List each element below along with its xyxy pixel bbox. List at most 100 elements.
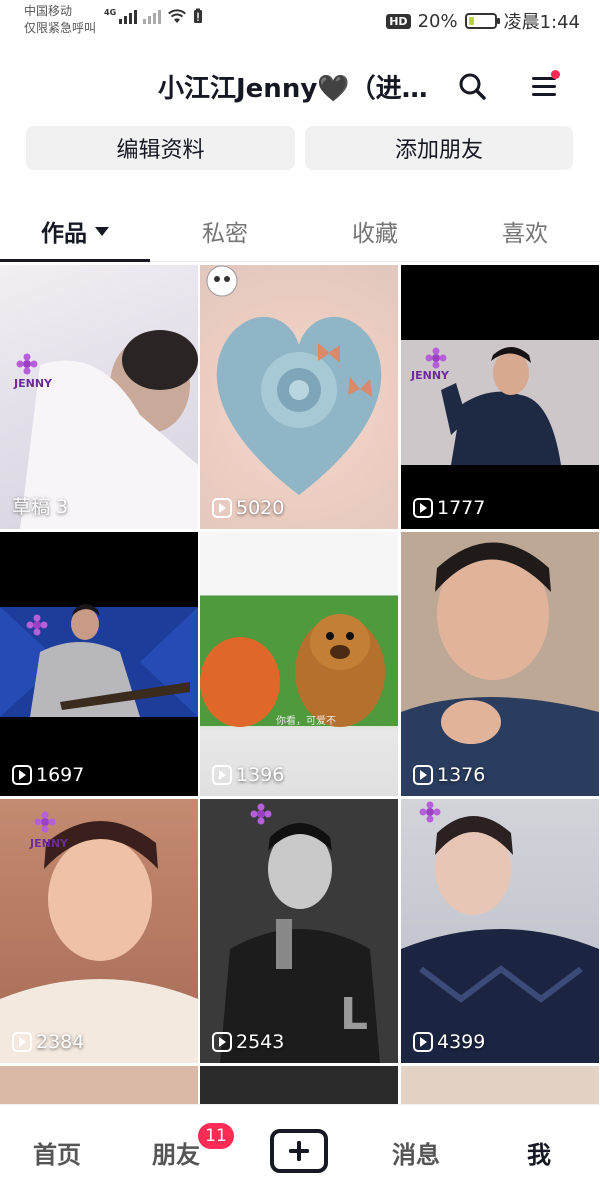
menu-button[interactable]: [524, 66, 564, 106]
play-count: 1697: [12, 764, 84, 786]
play-count-value: 2543: [236, 1031, 285, 1053]
carrier-info: 中国移动 仅限紧急呼叫: [24, 3, 96, 37]
content-tabs: 作品 私密 收藏 喜欢: [0, 200, 600, 262]
play-count-value: 1697: [36, 764, 85, 786]
play-icon: [212, 765, 232, 785]
search-icon: [459, 73, 486, 100]
thumbnail-image: [206, 265, 382, 495]
thumbnail-image: [401, 340, 599, 465]
watermark-flower-icon: [34, 811, 56, 833]
thumbnail-image: [200, 596, 398, 727]
video-tile[interactable]: 1697: [0, 532, 198, 796]
friends-badge: 11: [198, 1123, 234, 1149]
watermark-flower-icon: [16, 353, 38, 375]
svg-text:L: L: [340, 989, 368, 1040]
create-button[interactable]: [270, 1129, 328, 1173]
plus-icon: [289, 1141, 309, 1161]
play-count: 2384: [12, 1031, 84, 1053]
thumbnail-image: [401, 816, 599, 1063]
tab-label: 私密: [202, 221, 248, 247]
watermark-text: JENNY: [411, 369, 449, 382]
play-count-value: 1396: [236, 764, 285, 786]
signal-indicators: 4G: [104, 8, 203, 24]
play-icon: [413, 765, 433, 785]
profile-title: 小江江Jenny🖤（进…: [158, 74, 428, 104]
nav-me[interactable]: 我: [527, 1135, 551, 1170]
status-bar: 中国移动 仅限紧急呼叫 4G HD 20% 凌晨1:44: [0, 0, 600, 40]
search-button[interactable]: [452, 66, 492, 106]
status-right: HD 20% 凌晨1:44: [386, 8, 580, 34]
battery-icon: [464, 13, 500, 29]
tab-label: 喜欢: [502, 221, 548, 247]
carrier-name: 中国移动: [24, 4, 73, 18]
watermark-flower-icon: [425, 347, 447, 369]
tab-label: 收藏: [352, 221, 398, 247]
play-icon: [413, 1032, 433, 1052]
play-count-value: 2384: [36, 1031, 85, 1053]
notification-dot: [551, 70, 560, 79]
watermark-text: JENNY: [30, 837, 68, 850]
video-caption: 你看，可爱不: [276, 716, 336, 727]
video-tile[interactable]: 1376: [401, 532, 599, 796]
video-tile-partial[interactable]: [401, 1066, 599, 1106]
tab-private[interactable]: 私密: [150, 200, 300, 262]
wifi-icon: [168, 9, 187, 23]
caret-down-icon: [95, 226, 109, 236]
play-count: 1777: [413, 497, 485, 519]
video-tile[interactable]: L 2543: [200, 799, 398, 1063]
play-count-value: 4399: [437, 1031, 486, 1053]
video-tile[interactable]: 你看，可爱不 1396: [200, 532, 398, 796]
play-count: 4399: [413, 1031, 485, 1053]
bottom-nav: 首页 朋友 11 消息 我: [0, 1104, 600, 1200]
thumbnail-image: L: [200, 799, 398, 1063]
play-icon: [413, 498, 433, 518]
nav-messages[interactable]: 消息: [392, 1135, 440, 1170]
tab-favorites[interactable]: 收藏: [300, 200, 450, 262]
thumbnail-image: [20, 330, 198, 529]
play-count-value: 5020: [236, 497, 285, 519]
watermark-flower-icon: [250, 803, 272, 825]
draft-text: 草稿 3: [12, 496, 69, 518]
play-count: 1396: [212, 764, 284, 786]
battery-percent: 20%: [417, 10, 458, 32]
edit-profile-button[interactable]: 编辑资料: [26, 126, 295, 170]
play-icon: [12, 1032, 32, 1052]
tab-label: 作品: [41, 221, 87, 247]
video-tile[interactable]: JENNY 2384: [0, 799, 198, 1063]
hd-badge: HD: [386, 13, 411, 29]
battery-fill: [468, 17, 474, 25]
play-icon: [212, 498, 232, 518]
nav-friends[interactable]: 朋友: [152, 1135, 200, 1170]
video-tile[interactable]: 4399: [401, 799, 599, 1063]
watermark-text: JENNY: [14, 377, 52, 390]
signal-icon: [119, 8, 138, 24]
tab-likes[interactable]: 喜欢: [450, 200, 600, 262]
carrier-sub: 仅限紧急呼叫: [24, 21, 97, 35]
thumbnail-image: [0, 604, 198, 717]
video-tile-partial[interactable]: [0, 1066, 198, 1106]
battery-alert-icon: [194, 8, 203, 23]
play-icon: [12, 765, 32, 785]
video-tile[interactable]: JENNY 1777: [401, 265, 599, 529]
play-count: 1376: [413, 764, 485, 786]
active-tab-indicator: [0, 259, 150, 262]
clock: 凌晨1:44: [503, 12, 580, 33]
watermark-flower-icon: [419, 801, 441, 823]
play-count-value: 1376: [437, 764, 486, 786]
play-count-value: 1777: [437, 497, 486, 519]
watermark-flower-icon: [26, 614, 48, 636]
tab-works[interactable]: 作品: [0, 200, 150, 262]
profile-page: 中国移动 仅限紧急呼叫 4G HD 20% 凌晨1:44 小江江Jenny🖤（进…: [0, 0, 600, 1200]
play-count: 2543: [212, 1031, 284, 1053]
profile-header: 小江江Jenny🖤（进…: [0, 56, 600, 116]
thumbnail-image: [401, 532, 599, 796]
video-tile-partial[interactable]: [200, 1066, 398, 1106]
play-icon: [212, 1032, 232, 1052]
video-tile[interactable]: 5020: [200, 265, 398, 529]
add-friend-button[interactable]: 添加朋友: [305, 126, 573, 170]
network-type: 4G: [104, 8, 117, 17]
draft-tile[interactable]: JENNY 草稿 3: [0, 265, 198, 529]
nav-home[interactable]: 首页: [33, 1135, 81, 1170]
draft-label: 草稿 3: [12, 492, 68, 519]
signal-2-icon: [143, 8, 162, 24]
